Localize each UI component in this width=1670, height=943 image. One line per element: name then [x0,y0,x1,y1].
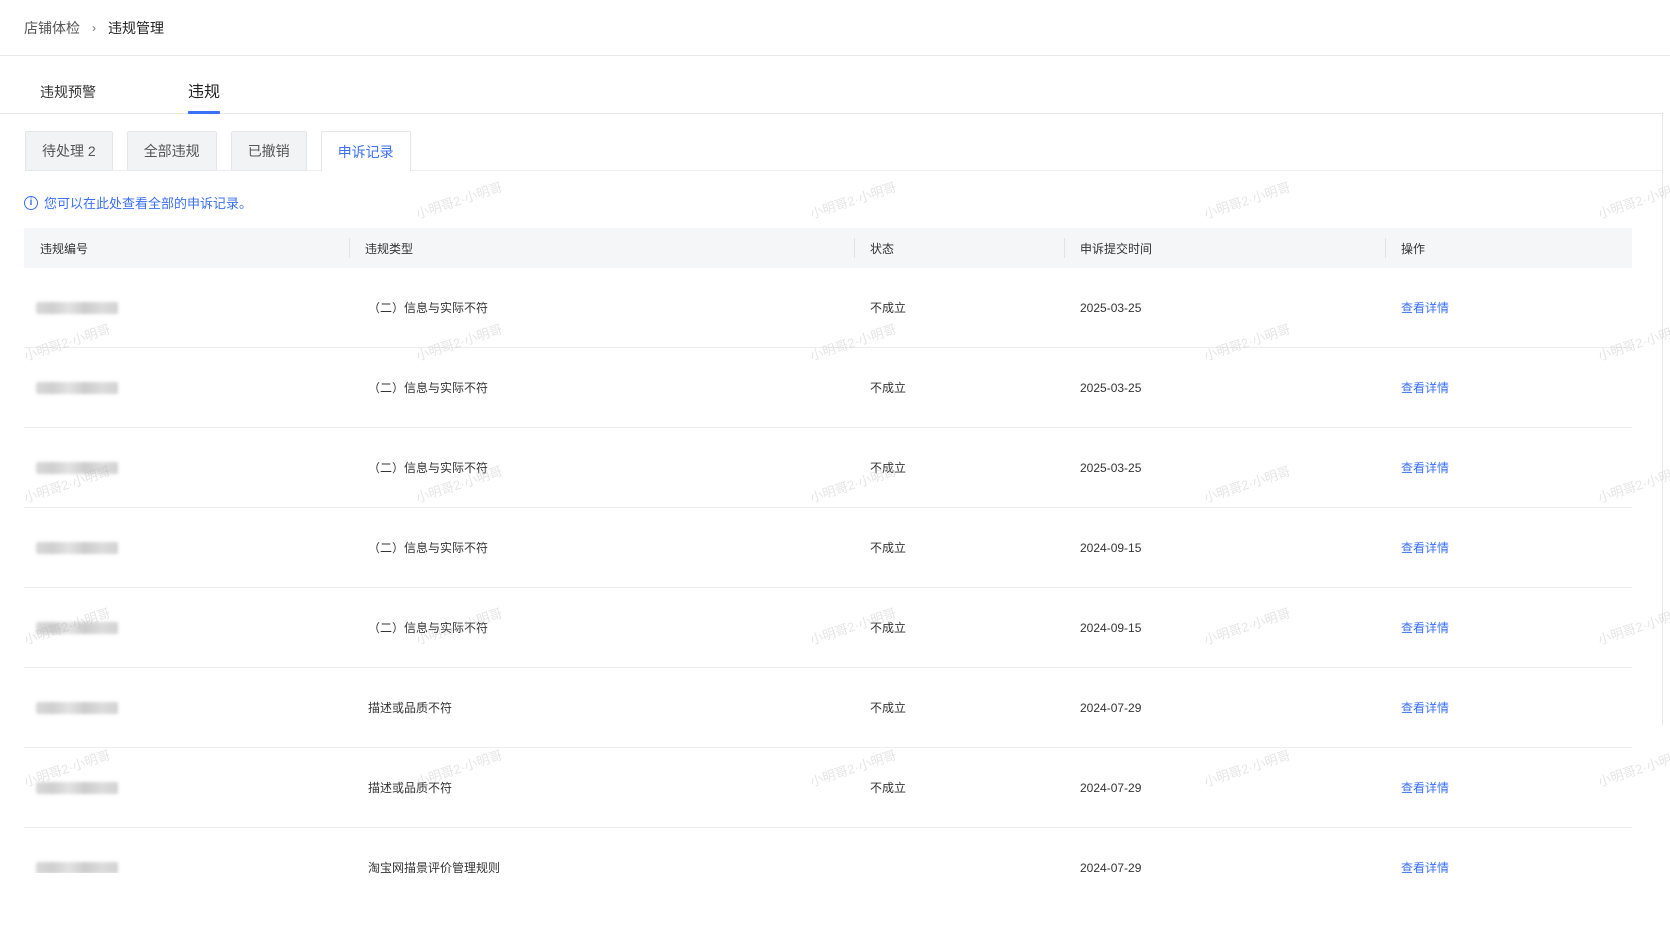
submit-time-cell: 2025-03-25 [1080,460,1142,475]
info-icon: i [24,195,38,210]
breadcrumb: 店铺体检 › 违规管理 [0,0,1670,56]
status-cell: 不成立 [870,381,907,395]
blurred-violation-id [36,381,118,394]
violation-id-cell [24,781,349,794]
status-cell: 不成立 [870,461,907,475]
blurred-violation-id [36,621,118,634]
violation-id-cell [24,621,349,634]
violation-type-cell: 描述或品质不符 [368,701,453,715]
blurred-violation-id [36,461,118,474]
violation-type-cell: （二）信息与实际不符 [368,461,489,475]
table-row: （二）信息与实际不符 不成立 2025-03-25 查看详情 [24,268,1632,348]
column-header-type: 违规类型 [349,228,854,268]
submit-time-cell: 2025-03-25 [1080,380,1142,395]
sub-tabs: 待处理 2 全部违规 已撤销 申诉记录 [25,131,425,172]
violation-id-cell [24,461,349,474]
info-tip-text: 您可以在此处查看全部的申诉记录。 [44,196,253,211]
submit-time-cell: 2024-09-15 [1080,620,1142,635]
blurred-violation-id [36,781,118,794]
table-header: 违规编号 违规类型 状态 申诉提交时间 操作 [24,228,1632,268]
subtab-all-violations[interactable]: 全部违规 [126,131,217,171]
appeal-records-table: 违规编号 违规类型 状态 申诉提交时间 操作 （二）信息与实际不符 不成立 20… [24,228,1632,909]
view-details-link[interactable]: 查看详情 [1401,619,1449,636]
violation-id-cell [24,381,349,394]
blurred-violation-id [36,701,118,714]
status-cell: 不成立 [870,781,907,795]
table-row: （二）信息与实际不符 不成立 2025-03-25 查看详情 [24,348,1632,428]
subtab-pending[interactable]: 待处理 2 [25,131,113,171]
column-header-time: 申诉提交时间 [1064,228,1385,268]
table-body: （二）信息与实际不符 不成立 2025-03-25 查看详情 （二）信息与实际不… [24,268,1632,909]
view-details-link[interactable]: 查看详情 [1401,539,1449,556]
submit-time-cell: 2024-07-29 [1080,780,1142,795]
violation-id-cell [24,541,349,554]
violation-id-cell [24,301,349,314]
view-details-link[interactable]: 查看详情 [1401,779,1449,796]
violation-type-cell: （二）信息与实际不符 [368,621,489,635]
blurred-violation-id [36,861,118,874]
info-tip: i 您可以在此处查看全部的申诉记录。 [24,193,252,212]
table-row: 描述或品质不符 不成立 2024-07-29 查看详情 [24,668,1632,748]
status-cell: 不成立 [870,541,907,555]
chevron-right-icon: › [92,20,96,35]
status-cell: 不成立 [870,301,907,315]
table-row: （二）信息与实际不符 不成立 2024-09-15 查看详情 [24,588,1632,668]
violation-id-cell [24,701,349,714]
tab-violation-warning[interactable]: 违规预警 [40,82,96,102]
table-row: （二）信息与实际不符 不成立 2024-09-15 查看详情 [24,508,1632,588]
submit-time-cell: 2024-07-29 [1080,700,1142,715]
bottom-blank-area [0,873,1670,943]
blurred-violation-id [36,541,118,554]
main-tabs: 违规预警 违规 [0,56,1663,114]
page: 店铺体检 › 违规管理 违规预警 违规 待处理 2 全部违规 已撤销 申诉记录 … [0,0,1670,943]
violation-type-cell: （二）信息与实际不符 [368,541,489,555]
submit-time-cell: 2025-03-25 [1080,300,1142,315]
violation-id-cell [24,861,349,874]
status-cell: 不成立 [870,701,907,715]
blurred-violation-id [36,301,118,314]
view-details-link[interactable]: 查看详情 [1401,699,1449,716]
submit-time-cell: 2024-09-15 [1080,540,1142,555]
violation-type-cell: 描述或品质不符 [368,781,453,795]
column-header-id: 违规编号 [40,241,89,256]
column-header-action: 操作 [1385,228,1632,268]
breadcrumb-parent[interactable]: 店铺体检 [24,18,80,38]
violation-type-cell: （二）信息与实际不符 [368,301,489,315]
violation-type-cell: （二）信息与实际不符 [368,381,489,395]
subtab-appeal-records[interactable]: 申诉记录 [320,131,411,172]
column-header-status: 状态 [854,228,1064,268]
table-row: （二）信息与实际不符 不成立 2025-03-25 查看详情 [24,428,1632,508]
view-details-link[interactable]: 查看详情 [1401,299,1449,316]
breadcrumb-current: 违规管理 [108,19,164,36]
subtab-revoked[interactable]: 已撤销 [230,131,307,171]
view-details-link[interactable]: 查看详情 [1401,379,1449,396]
tab-violation[interactable]: 违规 [188,78,221,114]
status-cell: 不成立 [870,621,907,635]
table-row: 描述或品质不符 不成立 2024-07-29 查看详情 [24,748,1632,828]
view-details-link[interactable]: 查看详情 [1401,459,1449,476]
